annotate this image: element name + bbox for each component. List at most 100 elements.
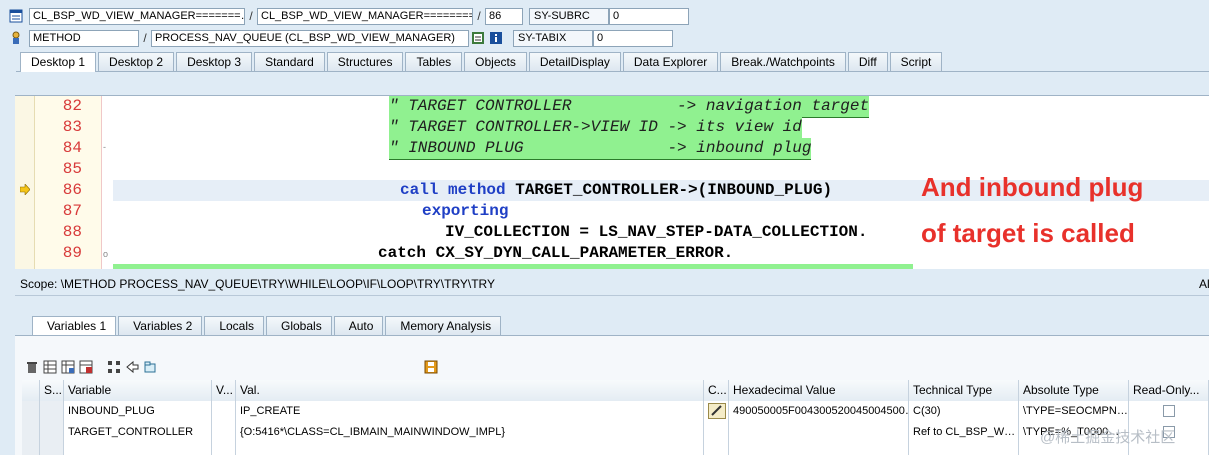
watermark: @稀土掘金技术社区 [1040,429,1176,446]
line-number: 84 [62,139,82,157]
separator: / [477,9,481,23]
class-icon [9,9,23,23]
sy-tabix-label: SY-TABIX [513,29,593,47]
comment-text: " TARGET CONTROLLER->VIEW ID -> its view… [389,117,802,139]
pencil-icon[interactable] [708,403,726,419]
sy-subrc-value[interactable]: 0 [609,7,689,25]
line-number: 88 [62,223,82,241]
col-header-change[interactable]: C... [704,380,729,401]
status-cell [40,401,64,422]
line-number: 83 [62,118,82,136]
status-cell [40,443,64,455]
class-field[interactable]: CL_BSP_WD_VIEW_MANAGER=======… [29,7,245,25]
fold-marker[interactable]: - [103,142,106,152]
hierarchy-icon[interactable] [107,360,121,374]
code-line-84: 84 - " INBOUND PLUG -> inbound plug [15,138,1209,160]
variables-toolbar [25,360,157,376]
folder-icon[interactable] [143,360,157,374]
v-cell [212,443,236,455]
read-only-checkbox [1162,405,1175,418]
row-selector-header[interactable] [22,380,40,401]
tab-structures[interactable]: Structures [326,52,404,71]
fold-marker[interactable]: o [103,249,108,259]
scope-right-text: Al [1199,277,1209,291]
col-header-variable[interactable]: Variable [64,380,212,401]
tab-desktop-1[interactable]: Desktop 1 [20,52,97,72]
col-header-hex[interactable]: Hexadecimal Value [729,380,909,401]
annotation-line-2: of target is called [921,218,1135,248]
hex-cell [729,422,909,443]
delete-icon[interactable] [25,360,39,374]
read-only-cell [1129,401,1209,422]
code-line-82: 82 " TARGET CONTROLLER -> navigation tar… [15,96,1209,118]
col-header-status[interactable]: S... [40,380,64,401]
row-selector[interactable] [22,401,40,422]
tab-memory-analysis[interactable]: Memory Analysis [385,316,502,335]
col-header-read-only[interactable]: Read-Only... [1129,380,1209,401]
save-icon[interactable] [424,360,438,374]
col-header-v[interactable]: V... [212,380,236,401]
absolute-type-cell[interactable]: \TYPE=SEOCMPN… [1019,401,1129,422]
table-header-row: S... Variable V... Val. C... Hexadecimal… [22,380,1209,401]
method-icon [12,31,20,44]
tab-tables[interactable]: Tables [405,52,463,71]
tab-auto[interactable]: Auto [333,316,384,335]
identifier: TARGET_CONTROLLER->(INBOUND_PLUG) [505,181,833,199]
keyword: call method [400,181,506,199]
header-row-2: METHOD / PROCESS_NAV_QUEUE (CL_BSP_WD_VI… [0,29,673,47]
line-number: 86 [62,181,82,199]
value-cell[interactable]: IP_CREATE [236,401,704,422]
tab-objects[interactable]: Objects [464,52,527,71]
tab-breakpoints[interactable]: Break./Watchpoints [720,52,846,71]
header-row-1: CL_BSP_WD_VIEW_MANAGER=======… / CL_BSP_… [0,7,689,25]
technical-type-cell [909,443,1019,455]
v-cell [212,401,236,422]
tab-variables-2[interactable]: Variables 2 [118,316,203,335]
variable-cell[interactable]: INBOUND_PLUG [64,401,212,422]
comment-text: " INBOUND PLUG -> inbound plug [389,138,812,160]
include-field[interactable]: CL_BSP_WD_VIEW_MANAGER========… [257,7,473,25]
navigate-icon[interactable] [125,360,139,374]
tab-data-explorer[interactable]: Data Explorer [622,52,719,71]
row-selector[interactable] [22,443,40,455]
change-cell [704,443,729,455]
table-edit-icon[interactable] [61,360,75,374]
separator: / [143,31,147,45]
code-statement: IV_COLLECTION = LS_NAV_STEP-DATA_COLLECT… [445,223,868,241]
object-type-field[interactable]: METHOD [29,29,139,47]
col-header-absolute-type[interactable]: Absolute Type [1019,380,1129,401]
change-cell[interactable] [704,401,729,422]
table-save-icon[interactable] [79,360,93,374]
variables-table: S... Variable V... Val. C... Hexadecimal… [22,380,1209,455]
table-row[interactable] [22,443,1209,455]
tab-script[interactable]: Script [889,52,943,71]
table-list-icon[interactable] [43,360,57,374]
info-icon[interactable] [489,31,503,45]
row-selector[interactable] [22,422,40,443]
tab-variables-1[interactable]: Variables 1 [32,316,117,335]
annotation-line-1: And inbound plug [921,172,1144,202]
col-header-technical-type[interactable]: Technical Type [909,380,1019,401]
table-row[interactable]: TARGET_CONTROLLER {O:5416*\CLASS=CL_IBMA… [22,422,1209,443]
code-line-83: 83 " TARGET CONTROLLER->VIEW ID -> its v… [15,117,1209,139]
tab-diff[interactable]: Diff [847,52,888,71]
tab-locals[interactable]: Locals [204,316,264,335]
line-number: 85 [62,160,82,178]
display-source-icon[interactable] [471,31,485,45]
table-row[interactable]: INBOUND_PLUG IP_CREATE 490050005F0043005… [22,401,1209,422]
col-header-value[interactable]: Val. [236,380,704,401]
line-number: 87 [62,202,82,220]
tab-desktop-3[interactable]: Desktop 3 [176,52,253,71]
value-cell[interactable] [236,443,704,455]
tab-globals[interactable]: Globals [266,316,332,335]
source-code-editor[interactable]: 82 " TARGET CONTROLLER -> navigation tar… [15,95,1209,269]
method-field[interactable]: PROCESS_NAV_QUEUE (CL_BSP_WD_VIEW_MANAGE… [151,29,469,47]
tab-desktop-2[interactable]: Desktop 2 [98,52,175,71]
variable-cell[interactable] [64,443,212,455]
tab-standard[interactable]: Standard [254,52,325,71]
sy-tabix-value[interactable]: 0 [593,29,673,47]
line-number-field[interactable]: 86 [485,7,523,25]
variable-cell[interactable]: TARGET_CONTROLLER [64,422,212,443]
tab-detail-display[interactable]: DetailDisplay [528,52,621,71]
value-cell[interactable]: {O:5416*\CLASS=CL_IBMAIN_MAINWINDOW_IMPL… [236,422,704,443]
